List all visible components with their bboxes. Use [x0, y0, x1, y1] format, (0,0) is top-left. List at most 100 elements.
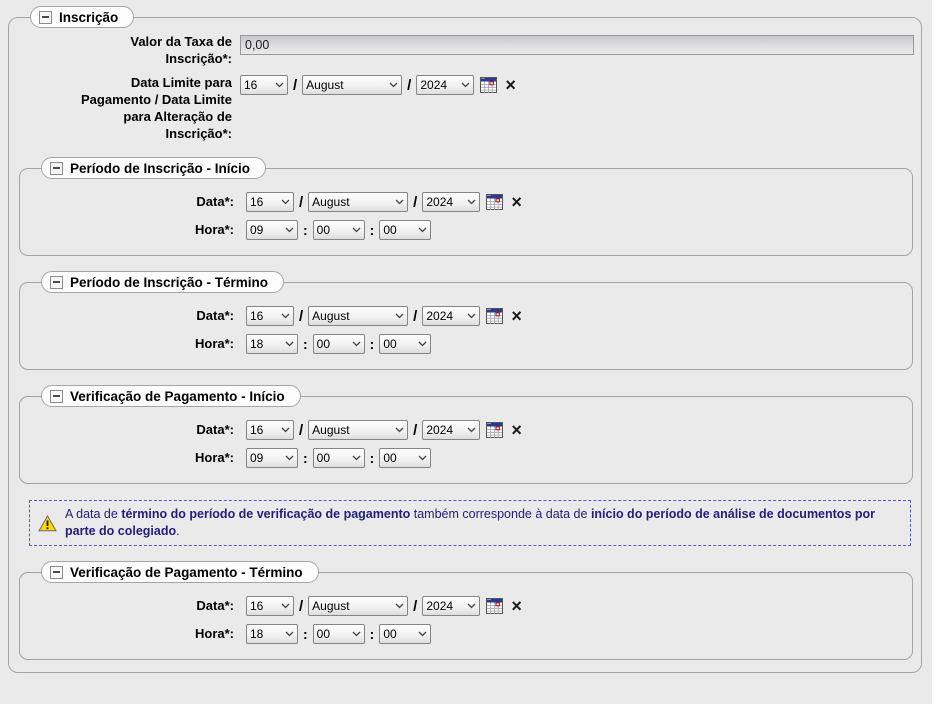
time-control: 18 : 00 : 00 — [246, 333, 432, 355]
clear-date-icon[interactable]: × — [511, 193, 522, 211]
date-separator: / — [413, 307, 418, 325]
hour-select[interactable]: 18 — [246, 624, 298, 644]
date-control: 16 / August / 2024 × — [246, 419, 522, 441]
fee-input[interactable] — [240, 34, 914, 55]
time-separator: : — [303, 626, 308, 642]
collapse-minus-icon[interactable] — [50, 565, 63, 579]
calendar-icon[interactable] — [486, 194, 504, 210]
date-control: 16 / August / 2024 × — [246, 191, 522, 213]
legend-label: Verificação de Pagamento - Término — [70, 564, 303, 580]
time-separator: : — [369, 222, 375, 238]
date-row: Data*: 16 / August / 2024 × — [28, 595, 904, 617]
time-separator: : — [303, 222, 308, 238]
fieldset-inscricao: Inscrição Valor da Taxa de Inscrição*: D… — [8, 6, 922, 673]
second-select[interactable]: 00 — [379, 624, 432, 644]
date-label: Data*: — [196, 422, 234, 437]
legend-label: Verificação de Pagamento - Início — [70, 388, 285, 404]
time-separator: : — [369, 626, 375, 642]
hour-select[interactable]: 09 — [246, 220, 298, 240]
day-select[interactable]: 16 — [246, 420, 294, 440]
collapse-minus-icon[interactable] — [39, 10, 52, 24]
warning-text: A data de término do período de verifica… — [65, 506, 902, 540]
clear-date-icon[interactable]: × — [505, 76, 516, 94]
time-row: Hora*: 09 : 00 : 00 — [28, 219, 904, 241]
fieldset-verificacao-pagamento-termino: Verificação de Pagamento - Término Data*… — [19, 561, 913, 660]
warning-icon — [38, 514, 57, 532]
minute-select[interactable]: 00 — [312, 624, 365, 644]
fieldset-periodo-inscricao-termino: Período de Inscrição - Término Data*: 16… — [19, 271, 913, 370]
clear-date-icon[interactable]: × — [511, 597, 522, 615]
time-control: 09 : 00 : 00 — [246, 219, 432, 241]
minus-glyph — [53, 281, 60, 283]
clear-date-icon[interactable]: × — [511, 307, 522, 325]
deadline-label: Data Limite para Pagamento / Data Limite… — [19, 74, 232, 142]
month-select[interactable]: August — [302, 75, 403, 95]
year-select[interactable]: 2024 — [416, 75, 475, 95]
day-select[interactable]: 16 — [246, 192, 294, 212]
legend-verificacao-pagamento-inicio: Verificação de Pagamento - Início — [41, 385, 301, 407]
fee-control — [240, 33, 914, 55]
legend-label: Inscrição — [59, 9, 119, 25]
date-separator: / — [299, 597, 304, 615]
collapse-minus-icon[interactable] — [50, 275, 63, 289]
month-select[interactable]: August — [308, 306, 409, 326]
time-separator: : — [369, 336, 375, 352]
time-row: Hora*: 18 : 00 : 00 — [28, 623, 904, 645]
legend-verificacao-pagamento-termino: Verificação de Pagamento - Término — [41, 561, 319, 583]
page-content: Inscrição Valor da Taxa de Inscrição*: D… — [0, 0, 932, 704]
date-label: Data*: — [196, 194, 234, 209]
warning-text-segment: também corresponde à data de — [410, 507, 591, 521]
time-row: Hora*: 09 : 00 : 00 — [28, 447, 904, 469]
warning-text-segment: A data de — [65, 507, 122, 521]
page-right-gutter — [932, 0, 940, 704]
legend-periodo-inscricao-termino: Período de Inscrição - Término — [41, 271, 285, 293]
time-label: Hora*: — [194, 626, 234, 641]
collapse-minus-icon[interactable] — [50, 161, 63, 175]
month-select[interactable]: August — [308, 596, 409, 616]
year-select[interactable]: 2024 — [422, 420, 481, 440]
date-separator: / — [413, 597, 418, 615]
minute-select[interactable]: 00 — [312, 334, 365, 354]
date-control: 16 / August / 2024 × — [246, 305, 522, 327]
minus-glyph — [53, 167, 60, 169]
minus-glyph — [42, 16, 49, 18]
calendar-icon[interactable] — [486, 422, 504, 438]
hour-select[interactable]: 09 — [246, 448, 298, 468]
date-separator: / — [299, 193, 304, 211]
day-select[interactable]: 16 — [246, 596, 294, 616]
second-select[interactable]: 00 — [379, 334, 432, 354]
year-select[interactable]: 2024 — [422, 596, 481, 616]
legend-label: Período de Inscrição - Início — [70, 160, 251, 176]
warning-text-segment: término do período de verificação de pag… — [121, 507, 411, 521]
time-row: Hora*: 18 : 00 : 00 — [28, 333, 904, 355]
collapse-minus-icon[interactable] — [50, 389, 63, 403]
day-select[interactable]: 16 — [240, 75, 288, 95]
legend-label: Período de Inscrição - Término — [70, 274, 269, 290]
second-select[interactable]: 00 — [379, 448, 432, 468]
day-select[interactable]: 16 — [246, 306, 294, 326]
calendar-icon[interactable] — [480, 77, 498, 93]
time-separator: : — [303, 336, 308, 352]
minute-select[interactable]: 00 — [312, 448, 365, 468]
date-row: Data*: 16 / August / 2024 × — [28, 305, 904, 327]
year-select[interactable]: 2024 — [422, 306, 481, 326]
deadline-date-control: 16 / August / 2024 × — [240, 74, 516, 96]
time-label: Hora*: — [194, 336, 234, 351]
calendar-icon[interactable] — [486, 308, 504, 324]
fieldset-periodo-inscricao-inicio: Período de Inscrição - Início Data*: 16 … — [19, 157, 913, 256]
year-select[interactable]: 2024 — [422, 192, 481, 212]
second-select[interactable]: 00 — [379, 220, 432, 240]
month-select[interactable]: August — [308, 192, 409, 212]
calendar-icon[interactable] — [486, 598, 504, 614]
date-separator: / — [299, 307, 304, 325]
fieldset-verificacao-pagamento-inicio: Verificação de Pagamento - Início Data*:… — [19, 385, 913, 484]
date-separator: / — [407, 76, 412, 94]
hour-select[interactable]: 18 — [246, 334, 298, 354]
month-select[interactable]: August — [308, 420, 409, 440]
clear-date-icon[interactable]: × — [511, 421, 522, 439]
date-separator: / — [299, 421, 304, 439]
date-separator: / — [413, 421, 418, 439]
minute-select[interactable]: 00 — [312, 220, 365, 240]
date-label: Data*: — [196, 308, 234, 323]
deadline-label-line4: Inscrição*: — [165, 126, 232, 141]
